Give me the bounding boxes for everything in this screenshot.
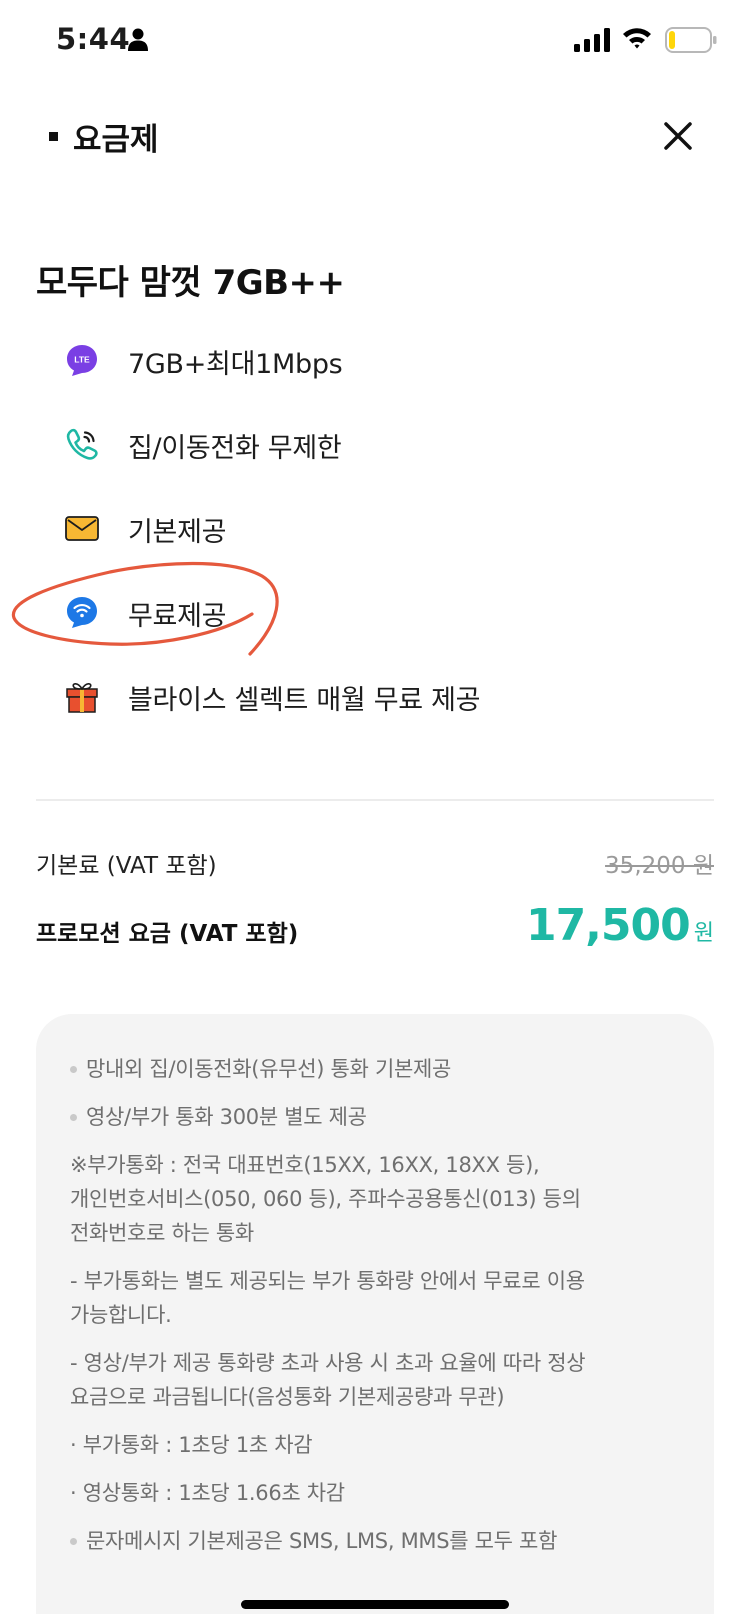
svg-text:LTE: LTE [74, 355, 90, 365]
wifi-status-icon [623, 28, 651, 49]
feature-sms: 기본제공 [0, 498, 750, 558]
battery-icon [665, 27, 717, 53]
status-bar: 5:44 [0, 0, 750, 82]
note-item: 망내외 집/이동전화(유무선) 통화 기본제공 [70, 1052, 680, 1086]
lte-icon: LTE [67, 345, 97, 376]
feature-label: 무료제공 [128, 601, 227, 632]
note-item: 문자메시지 기본제공은 SMS, LMS, MMS를 모두 포함 [70, 1524, 680, 1558]
promo-fee: 17,500 원 [526, 900, 714, 951]
close-button[interactable] [660, 118, 696, 154]
feature-label: 블라이스 셀렉트 매월 무료 제공 [128, 685, 481, 716]
header-bullet [49, 132, 58, 141]
note-item: ※부가통화 : 전국 대표번호(15XX, 16XX, 18XX 등), 개인번… [70, 1153, 581, 1245]
note-item: · 부가통화 : 1초당 1초 차감 [70, 1433, 313, 1457]
envelope-icon [65, 516, 99, 541]
feature-voice: 집/이동전화 무제한 [0, 414, 750, 474]
note-item: - 부가통화는 별도 제공되는 부가 통화량 안에서 무료로 이용 가능합니다. [70, 1269, 585, 1327]
note-item: 영상/부가 통화 300분 별도 제공 [70, 1100, 680, 1134]
gift-icon [66, 683, 98, 713]
section-divider [36, 799, 714, 801]
note-item: - 영상/부가 제공 통화량 초과 사용 시 초과 요율에 따라 정상 요금으로… [70, 1351, 586, 1409]
base-fee-value: 35,200 원 [605, 853, 714, 879]
feature-gift: 블라이스 셀렉트 매월 무료 제공 [0, 666, 750, 726]
promo-fee-label: 프로모션 요금 (VAT 포함) [36, 921, 299, 947]
feature-label: 기본제공 [128, 517, 227, 548]
plan-notes: 망내외 집/이동전화(유무선) 통화 기본제공 영상/부가 통화 300분 별도… [36, 1014, 714, 1614]
feature-label: 집/이동전화 무제한 [128, 433, 342, 464]
plan-name: 모두다 맘껏 7GB++ [36, 263, 345, 303]
cellular-signal-icon [574, 28, 610, 52]
promo-fee-value: 17,500 [525, 900, 691, 951]
promo-fee-unit: 원 [693, 921, 714, 946]
page-title: 요금제 [73, 122, 159, 158]
phone-icon [66, 428, 98, 460]
status-time: 5:44 [56, 22, 131, 56]
feature-label: 7GB+최대1Mbps [128, 349, 343, 380]
base-fee-label: 기본료 (VAT 포함) [36, 853, 217, 879]
feature-data: LTE 7GB+최대1Mbps [0, 330, 750, 390]
wifi-icon [67, 597, 97, 628]
home-indicator [241, 1600, 509, 1609]
promo-fee-row: 프로모션 요금 (VAT 포함) 17,500 원 [36, 900, 714, 960]
note-item: · 영상통화 : 1초당 1.66초 차감 [70, 1481, 345, 1505]
page-header: 요금제 [0, 96, 750, 176]
plan-detail-screen: 5:44 요금제 모두다 맘껏 7GB++ LTE 7GB+최대1Mbps 집/… [0, 0, 750, 1623]
person-icon [128, 28, 148, 51]
base-fee-row: 기본료 (VAT 포함) 35,200 원 [36, 846, 714, 886]
feature-wifi: 무료제공 [0, 582, 750, 642]
